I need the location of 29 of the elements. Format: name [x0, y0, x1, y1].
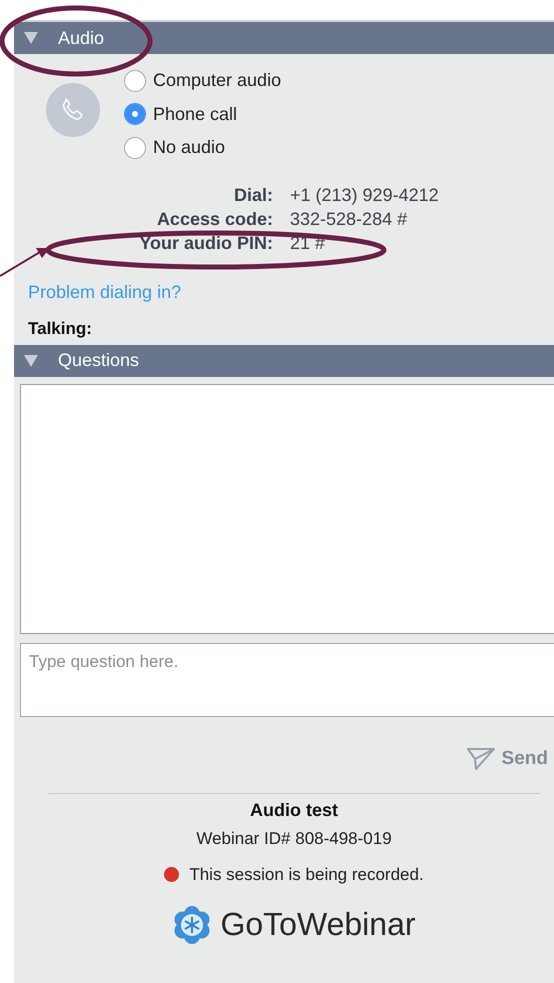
- section-title: Audio: [58, 28, 104, 48]
- option-label: Phone call: [153, 104, 238, 125]
- detail-label: Your audio PIN:: [138, 232, 273, 254]
- section-header[interactable]: Questions: [14, 344, 554, 376]
- radio-button[interactable]: [124, 136, 146, 159]
- recording-notice: This session is being recorded.: [189, 864, 424, 884]
- option-label: Computer audio: [153, 70, 282, 92]
- radio-button[interactable]: [124, 103, 146, 126]
- option-label: No audio: [153, 137, 226, 158]
- detail-value: +1 (213) 929-4212: [290, 184, 440, 206]
- recording-dot-icon: [164, 867, 180, 882]
- question-input[interactable]: Type question here.: [20, 642, 554, 716]
- talking-label: Talking:: [28, 318, 93, 338]
- send-plane-icon: [466, 746, 496, 770]
- detail-label: Dial:: [232, 184, 273, 206]
- webinar-title: Audio test: [250, 800, 338, 820]
- webinar-id: Webinar ID# 808-498-019: [196, 828, 392, 848]
- audio-option[interactable]: Computer audio: [124, 64, 282, 98]
- send-button[interactable]: Send: [466, 746, 548, 770]
- section-header[interactable]: Audio: [14, 22, 554, 54]
- audio-option[interactable]: Phone call: [124, 98, 282, 131]
- radio-button[interactable]: [124, 70, 146, 92]
- help-link[interactable]: Problem dialing in?: [28, 282, 182, 302]
- flower-logo-icon: [172, 904, 212, 944]
- section-title: Questions: [58, 350, 140, 371]
- audio-option[interactable]: No audio: [124, 131, 282, 164]
- detail-value: 332-528-284 #: [290, 208, 408, 230]
- logo-wordmark: GoToWebinar: [220, 906, 416, 943]
- detail-label: Access code:: [156, 208, 273, 230]
